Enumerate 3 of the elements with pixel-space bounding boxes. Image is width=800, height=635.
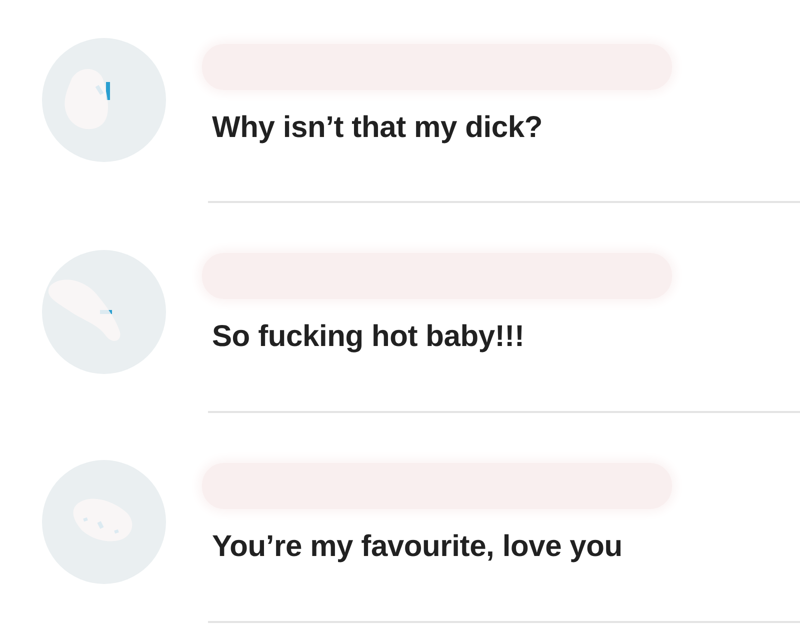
comment-text: Why isn’t that my dick? [212,110,544,146]
comment-text: You’re my favourite, love you [212,529,624,565]
comment-text: So fucking hot baby!!! [212,319,526,355]
